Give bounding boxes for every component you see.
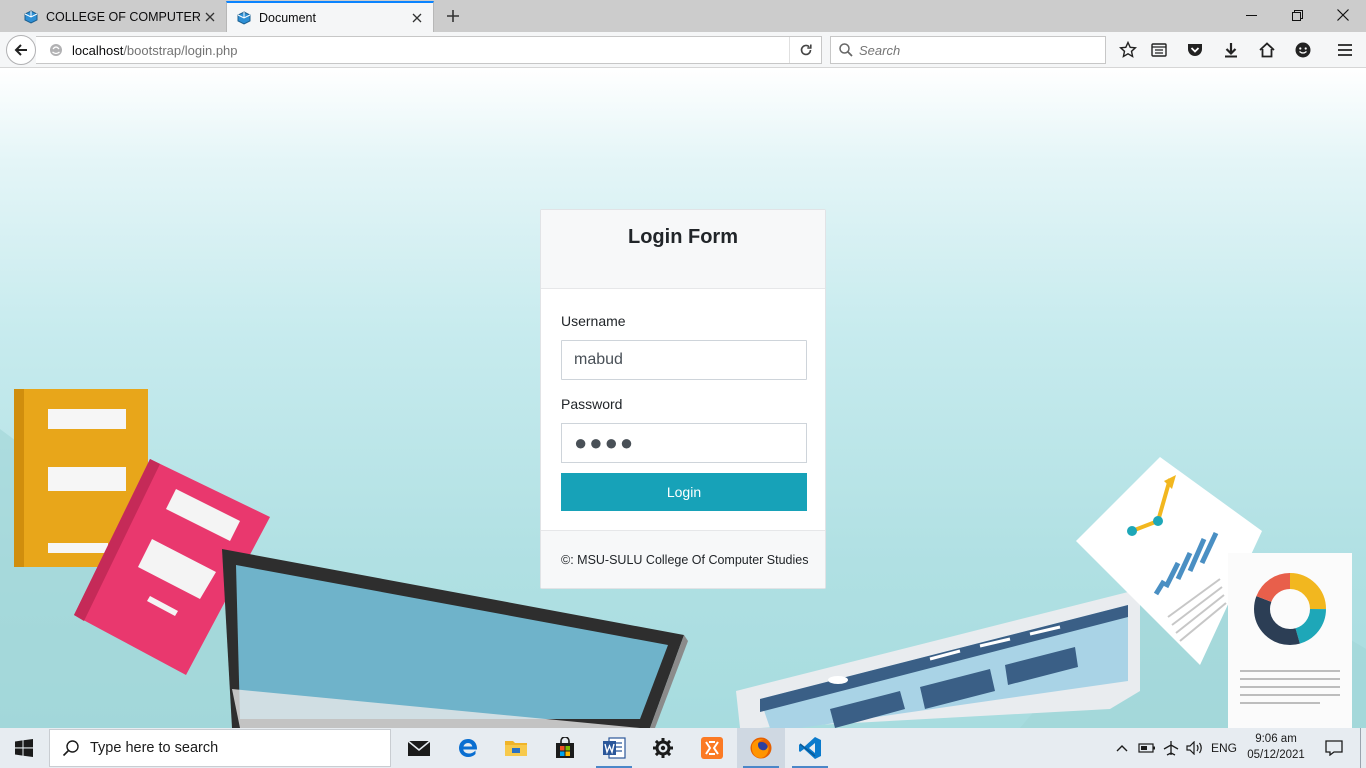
bookmark-star-button[interactable] <box>1114 36 1142 64</box>
new-tab-button[interactable] <box>443 6 463 26</box>
taskbar-firefox[interactable] <box>737 728 785 768</box>
xampp-icon <box>701 737 723 759</box>
close-icon <box>1337 9 1349 21</box>
taskbar-mail[interactable] <box>395 728 443 768</box>
taskbar-edge[interactable] <box>444 728 492 768</box>
login-card-footer: ©: MSU-SULU College Of Computer Studies <box>541 530 825 588</box>
speaker-icon <box>1186 741 1202 755</box>
home-icon <box>1259 42 1275 58</box>
feedback-button[interactable] <box>1289 36 1317 64</box>
username-label: Username <box>561 313 626 329</box>
bookmarks-list-icon <box>1151 43 1167 57</box>
search-icon <box>839 43 853 57</box>
login-card-body: Username Password ●●●● Login <box>541 289 825 511</box>
smiley-icon <box>1295 42 1311 58</box>
network-tray[interactable] <box>1160 728 1182 768</box>
close-tab-icon[interactable] <box>409 10 425 26</box>
taskbar-xampp[interactable] <box>688 728 736 768</box>
reload-button[interactable] <box>789 37 821 63</box>
tab-title: Document <box>259 10 316 25</box>
download-icon <box>1225 43 1237 58</box>
folder-icon <box>505 741 527 756</box>
reader-list-button[interactable] <box>1145 36 1173 64</box>
taskbar-word[interactable] <box>590 728 638 768</box>
username-group: Username <box>561 313 807 380</box>
menu-button[interactable] <box>1331 36 1359 64</box>
url-text[interactable]: localhost/bootstrap/login.php <box>72 43 789 58</box>
pocket-icon <box>1188 44 1202 56</box>
close-tab-icon[interactable] <box>202 9 218 25</box>
notification-icon <box>1325 740 1343 756</box>
language-indicator[interactable]: ENG <box>1208 728 1240 768</box>
battery-icon <box>1138 743 1155 753</box>
url-path: /bootstrap/login.php <box>123 42 238 58</box>
clock-time: 9:06 am <box>1255 733 1297 745</box>
show-desktop-button[interactable] <box>1360 728 1366 768</box>
arrow-left-icon <box>14 44 27 56</box>
vscode-icon <box>799 737 821 759</box>
show-hidden-icons-button[interactable] <box>1112 728 1132 768</box>
mail-icon <box>407 740 431 756</box>
donut-chart-paper-illustration <box>1228 553 1352 728</box>
search-input[interactable] <box>859 42 1079 58</box>
clock[interactable]: 9:06 am 05/12/2021 <box>1240 731 1312 763</box>
close-window-button[interactable] <box>1320 0 1366 30</box>
browser-tab-bar: COLLEGE OF COMPUTER ... Document <box>0 0 1366 32</box>
downloads-button[interactable] <box>1217 36 1245 64</box>
search-box[interactable] <box>830 36 1106 64</box>
cube-icon <box>24 9 38 24</box>
restore-icon <box>1291 9 1303 21</box>
edge-icon <box>459 739 478 757</box>
star-icon <box>1119 41 1137 58</box>
word-icon <box>603 737 626 759</box>
taskbar: Type here to search ENG 9:06 am 05/12/20… <box>0 728 1366 768</box>
chevron-up-icon <box>1116 745 1128 752</box>
gear-icon <box>653 738 673 758</box>
taskbar-search-box[interactable]: Type here to search <box>49 729 391 767</box>
login-button[interactable]: Login <box>561 473 807 511</box>
action-center-button[interactable] <box>1318 728 1350 768</box>
search-icon <box>62 740 79 757</box>
taskbar-vscode[interactable] <box>786 728 834 768</box>
username-input[interactable] <box>561 340 807 380</box>
login-card: Login Form Username Password ●●●● Login … <box>540 209 826 589</box>
clock-date: 05/12/2021 <box>1247 749 1305 761</box>
url-bar[interactable]: localhost/bootstrap/login.php <box>36 36 822 64</box>
minimize-button[interactable] <box>1228 0 1274 30</box>
login-form-title: Login Form <box>628 226 738 248</box>
back-button[interactable] <box>6 35 36 65</box>
taskbar-store[interactable] <box>541 728 589 768</box>
password-label: Password <box>561 396 623 412</box>
airplane-mode-icon <box>1163 741 1179 756</box>
pocket-button[interactable] <box>1181 36 1209 64</box>
firefox-icon <box>750 737 772 759</box>
battery-tray[interactable] <box>1136 728 1158 768</box>
home-button[interactable] <box>1253 36 1281 64</box>
taskbar-search-placeholder: Type here to search <box>90 740 219 756</box>
reload-icon <box>800 44 812 56</box>
taskbar-settings[interactable] <box>639 728 687 768</box>
site-info-icon[interactable] <box>46 43 66 57</box>
windows-logo-icon <box>15 739 33 757</box>
volume-tray[interactable] <box>1184 728 1206 768</box>
tab-document[interactable]: Document <box>226 1 434 32</box>
minimize-icon <box>1245 14 1257 16</box>
hamburger-icon <box>1338 44 1352 56</box>
tab-college[interactable]: COLLEGE OF COMPUTER ... <box>14 1 226 32</box>
taskbar-file-explorer[interactable] <box>492 728 540 768</box>
browser-toolbar: localhost/bootstrap/login.php <box>0 32 1366 68</box>
store-bag-icon <box>556 737 574 758</box>
password-input[interactable]: ●●●● <box>561 423 807 463</box>
tab-title: COLLEGE OF COMPUTER ... <box>46 9 202 24</box>
page-content: Login Form Username Password ●●●● Login … <box>0 69 1366 728</box>
url-host: localhost <box>72 42 124 58</box>
cube-icon <box>237 10 251 25</box>
login-card-header: Login Form <box>541 210 825 289</box>
laptop-illustration <box>736 589 1140 728</box>
plus-icon <box>447 10 459 22</box>
start-button[interactable] <box>0 728 48 768</box>
password-group: Password ●●●● <box>561 396 807 463</box>
restore-button[interactable] <box>1274 0 1320 30</box>
